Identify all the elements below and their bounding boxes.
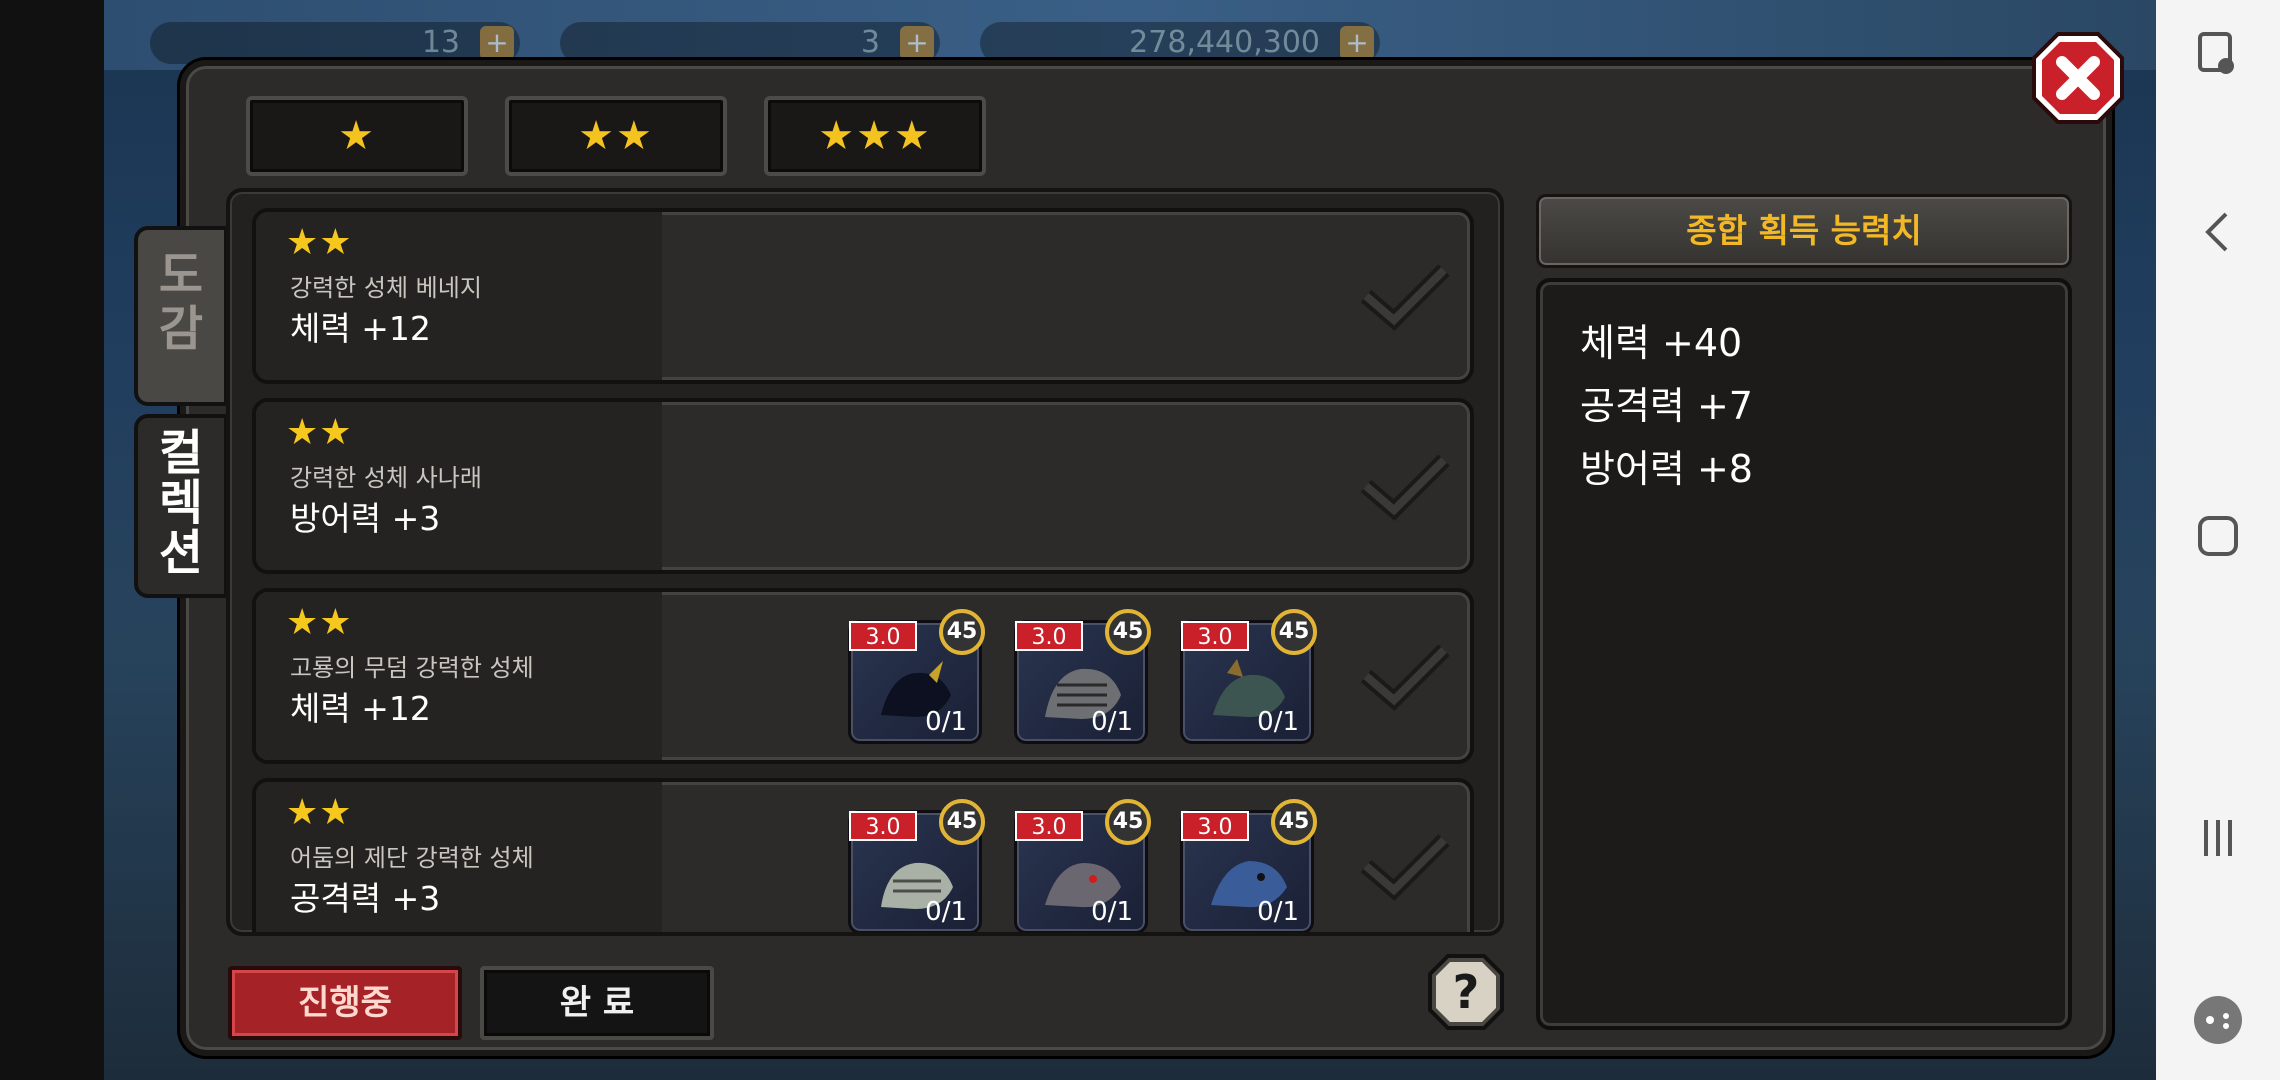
collection-item-stat: 공격력 +3 (290, 879, 441, 918)
monster-card[interactable]: 3.0 45 0/1 (848, 799, 985, 932)
monster-level: 3.0 (1181, 621, 1249, 651)
monster-card[interactable]: 3.0 45 0/1 (848, 609, 985, 744)
collection-item-name: 강력한 성체 베네지 (290, 274, 482, 302)
monster-badge: 45 (1105, 609, 1151, 655)
system-nav-bar (2156, 0, 2280, 1080)
summary-title: 종합 획득 능력치 (1536, 194, 2072, 268)
monster-level: 3.0 (1181, 811, 1249, 841)
summary-stat-defense: 방어력 +8 (1580, 447, 1753, 491)
collection-item-stars: ★★ (286, 222, 353, 263)
help-button[interactable]: ? (1426, 952, 1506, 1032)
monster-card[interactable]: 3.0 45 0/1 (1180, 609, 1317, 744)
monster-badge: 45 (939, 609, 985, 655)
tab-one-star[interactable]: ★ (246, 96, 468, 176)
collection-item-stat: 체력 +12 (290, 689, 431, 728)
collection-item-name: 고룡의 무덤 강력한 성체 (290, 654, 534, 682)
monster-count: 0/1 (925, 707, 967, 737)
collection-item[interactable]: ★★ 강력한 성체 베네지 체력 +12 (252, 208, 1474, 384)
help-label: ? (1452, 965, 1480, 1019)
checkmark-icon (1360, 644, 1450, 711)
summary-stat-attack: 공격력 +7 (1580, 384, 1753, 428)
monster-level: 3.0 (1015, 811, 1083, 841)
resource-crystals-value: 3 (860, 25, 880, 60)
add-gold-button[interactable]: + (1340, 26, 1374, 60)
monster-badge: 45 (1271, 799, 1317, 845)
home-icon[interactable] (2188, 506, 2248, 566)
collection-panel: ★ ★★ ★★★ 도 감 컬 렉 션 ★★ 강력한 성체 베네지 체력 +12 … (134, 60, 2112, 1056)
collection-item-name: 강력한 성체 사나래 (290, 464, 482, 492)
monster-level: 3.0 (849, 811, 917, 841)
monster-badge: 45 (939, 799, 985, 845)
collection-list[interactable]: ★★ 강력한 성체 베네지 체력 +12 ★★ 강력한 성체 사나래 방어력 +… (226, 188, 1504, 936)
monster-level: 3.0 (1015, 621, 1083, 651)
collection-item-name: 어둠의 제단 강력한 성체 (290, 844, 534, 872)
resource-gems: 13 + (150, 22, 520, 64)
resource-gold: 278,440,300 + (980, 22, 1380, 64)
summary-stats-box: 체력 +40 공격력 +7 방어력 +8 (1536, 278, 2072, 1030)
checkmark-icon (1360, 454, 1450, 521)
monster-count: 0/1 (925, 897, 967, 927)
screen-touch-lock-icon[interactable] (2188, 26, 2248, 86)
monster-card[interactable]: 3.0 45 0/1 (1014, 609, 1151, 744)
back-icon[interactable] (2188, 202, 2248, 262)
collection-item-stars: ★★ (286, 412, 353, 453)
close-button[interactable] (2030, 30, 2126, 126)
monster-count: 0/1 (1091, 897, 1133, 927)
monster-count: 0/1 (1091, 707, 1133, 737)
checkmark-icon (1360, 834, 1450, 901)
side-tab-encyclopedia[interactable]: 도 감 (134, 226, 228, 406)
summary-stat-hp: 체력 +40 (1580, 321, 1743, 365)
side-tab-collection-label: 컬 렉 션 (158, 425, 204, 581)
monster-badge: 45 (1271, 609, 1317, 655)
in-progress-button[interactable]: 진행중 (228, 966, 462, 1040)
collection-item-stars: ★★ (286, 792, 353, 833)
recent-apps-icon[interactable] (2188, 808, 2248, 868)
tab-two-star[interactable]: ★★ (505, 96, 727, 176)
collection-item-stars: ★★ (286, 602, 353, 643)
tab-three-star[interactable]: ★★★ (764, 96, 986, 176)
add-gems-button[interactable]: + (480, 26, 514, 60)
monster-level: 3.0 (849, 621, 917, 651)
side-tab-encyclopedia-label: 도 감 (158, 247, 204, 357)
close-icon (2032, 32, 2124, 124)
monster-badge: 45 (1105, 799, 1151, 845)
resource-gems-value: 13 (421, 25, 460, 60)
side-tab-collection[interactable]: 컬 렉 션 (134, 414, 228, 598)
collection-item[interactable]: ★★ 어둠의 제단 강력한 성체 공격력 +3 3.0 45 0/1 3.0 4… (252, 778, 1474, 932)
resource-gold-value: 278,440,300 (1129, 25, 1320, 60)
checkmark-icon (1360, 264, 1450, 331)
completed-button[interactable]: 완 료 (480, 966, 714, 1040)
left-letterbox (0, 0, 104, 1080)
collection-item-stat: 체력 +12 (290, 309, 431, 348)
monster-count: 0/1 (1257, 707, 1299, 737)
collection-item[interactable]: ★★ 고룡의 무덤 강력한 성체 체력 +12 3.0 45 0/1 3.0 4… (252, 588, 1474, 764)
resource-crystals: 3 + (560, 22, 940, 64)
game-tools-icon[interactable] (2188, 990, 2248, 1050)
monster-count: 0/1 (1257, 897, 1299, 927)
add-crystals-button[interactable]: + (900, 26, 934, 60)
collection-item[interactable]: ★★ 강력한 성체 사나래 방어력 +3 (252, 398, 1474, 574)
monster-card[interactable]: 3.0 45 0/1 (1180, 799, 1317, 932)
monster-card[interactable]: 3.0 45 0/1 (1014, 799, 1151, 932)
collection-item-stat: 방어력 +3 (290, 499, 441, 538)
